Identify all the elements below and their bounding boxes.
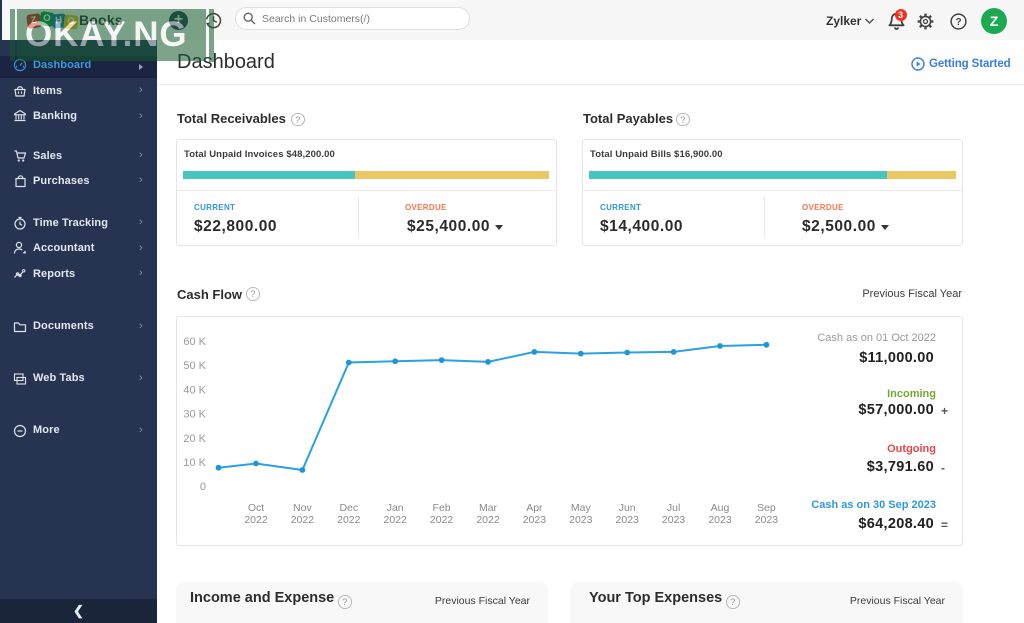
svg-text:0: 0 [200,481,206,493]
svg-text:2022: 2022 [244,514,268,526]
svg-text:2023: 2023 [523,514,547,526]
svg-text:60 K: 60 K [183,336,206,348]
svg-text:20 K: 20 K [183,433,206,445]
svg-text:Apr: Apr [526,502,543,514]
svg-text:2022: 2022 [291,514,315,526]
svg-text:50 K: 50 K [183,360,206,372]
svg-text:2022: 2022 [430,514,454,526]
svg-text:May: May [571,502,592,514]
svg-text:2023: 2023 [662,514,686,526]
svg-text:2022: 2022 [384,514,408,526]
svg-text:Jun: Jun [619,502,636,514]
svg-text:Nov: Nov [293,502,312,514]
svg-text:30 K: 30 K [183,409,206,421]
svg-text:10 K: 10 K [183,457,206,469]
svg-text:Feb: Feb [433,502,451,514]
svg-text:?: ? [955,17,961,28]
svg-text:Aug: Aug [711,502,730,514]
svg-text:2023: 2023 [616,514,640,526]
svg-text:Mar: Mar [479,502,498,514]
svg-text:2023: 2023 [708,514,732,526]
svg-text:Oct: Oct [248,502,264,514]
svg-text:2023: 2023 [569,514,593,526]
svg-text:Dec: Dec [339,502,358,514]
svg-text:2022: 2022 [476,514,500,526]
svg-text:Jul: Jul [667,502,680,514]
svg-text:Jan: Jan [387,502,404,514]
svg-text:40 K: 40 K [183,384,206,396]
svg-text:2022: 2022 [337,514,361,526]
